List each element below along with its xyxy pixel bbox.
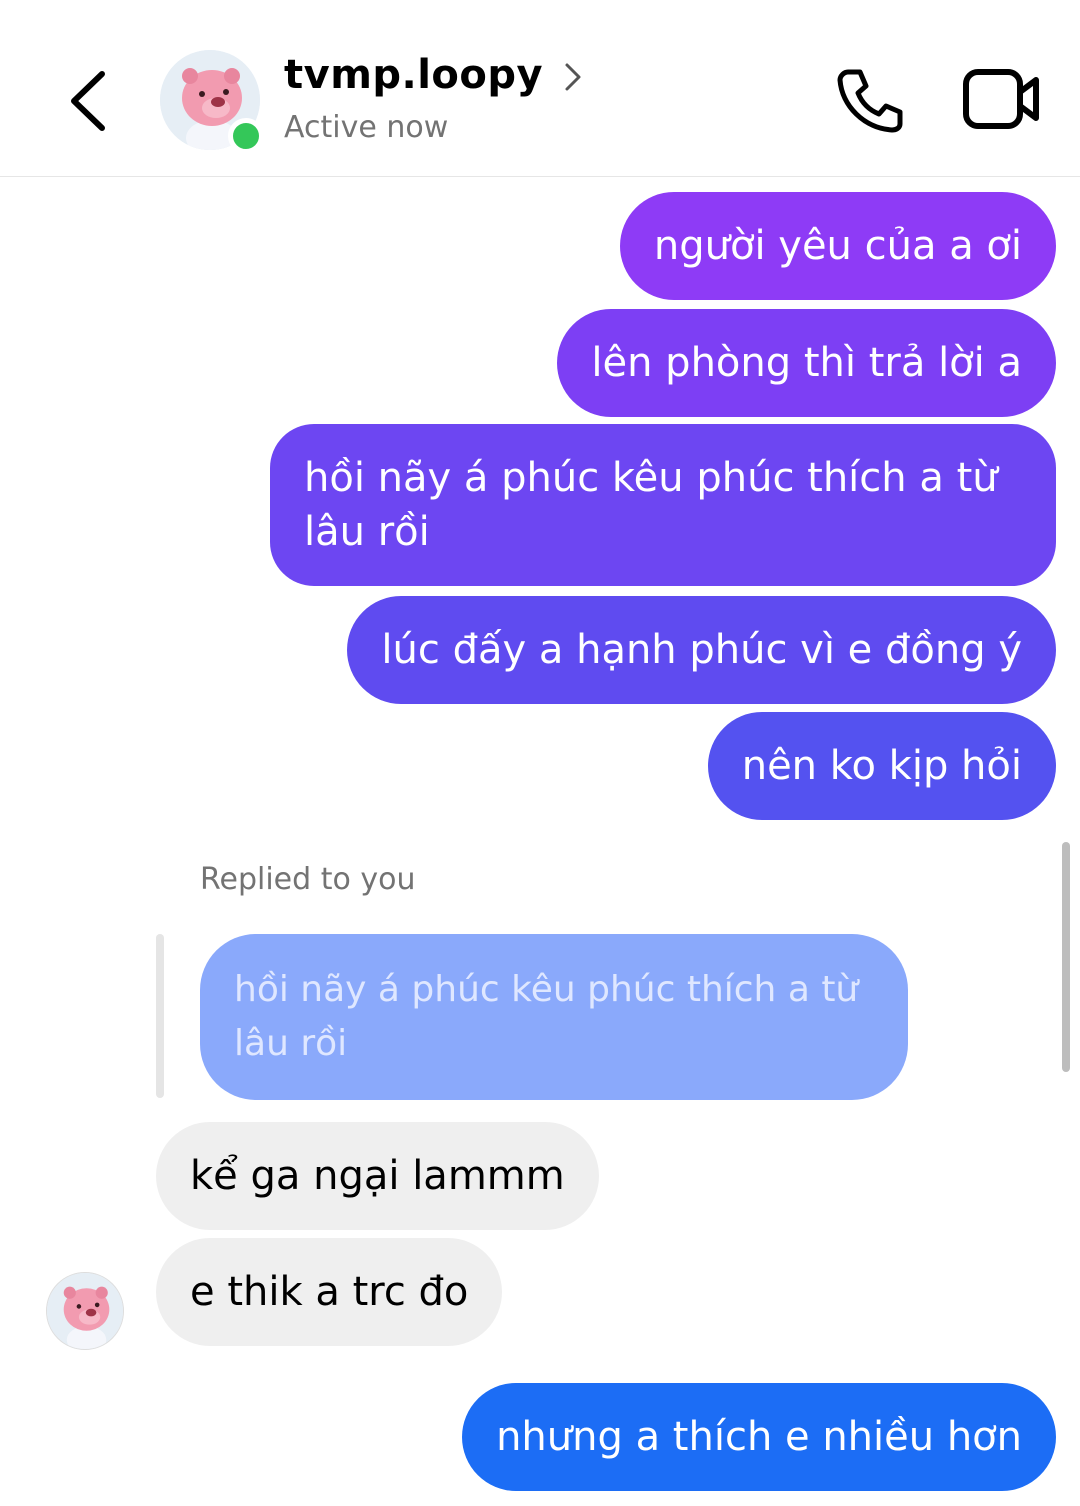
phone-icon[interactable] (834, 64, 906, 136)
sent-message[interactable]: lên phòng thì trả lời a (557, 309, 1056, 417)
video-call-icon[interactable] (962, 66, 1042, 132)
active-status: Active now (284, 110, 449, 145)
scrollbar[interactable] (1062, 842, 1070, 1072)
sent-message[interactable]: hồi nãy á phúc kêu phúc thích a từ lâu r… (270, 424, 1056, 586)
sent-message[interactable]: nhưng a thích e nhiều hơn (462, 1383, 1056, 1491)
received-message[interactable]: e thik a trc đo (156, 1238, 503, 1346)
online-status-dot (228, 118, 264, 154)
sender-avatar[interactable] (46, 1272, 124, 1350)
reply-divider (156, 934, 164, 1098)
contact-username[interactable]: tvmp.loopy (284, 52, 543, 98)
sent-message[interactable]: người yêu của a ơi (619, 192, 1056, 300)
back-arrow-icon[interactable] (62, 66, 122, 136)
chat-header: tvmp.loopy Active now (0, 0, 1080, 177)
reply-label: Replied to you (200, 862, 416, 897)
sent-message[interactable]: nên ko kịp hỏi (707, 712, 1056, 820)
sent-message[interactable]: lúc đấy a hạnh phúc vì e đồng ý (347, 596, 1056, 704)
received-message[interactable]: kể ga ngại lammm (156, 1122, 599, 1230)
chevron-right-icon[interactable] (562, 60, 584, 94)
quoted-message[interactable]: hồi nãy á phúc kêu phúc thích a từ lâu r… (200, 934, 908, 1100)
